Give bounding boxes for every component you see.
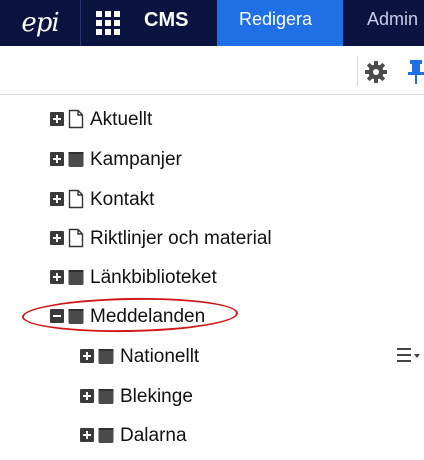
tree-item[interactable]: Riktlinjer och material [50, 225, 272, 251]
expand-icon[interactable] [50, 192, 64, 206]
tree-item-label: Aktuellt [90, 108, 153, 130]
tree-item-label: Riktlinjer och material [90, 227, 272, 249]
tree-item-label: Blekinge [120, 385, 193, 407]
expand-icon[interactable] [80, 349, 94, 363]
tree-item[interactable]: Kontakt [50, 186, 154, 212]
folder-icon [98, 428, 114, 443]
folder-icon [68, 152, 84, 167]
tree-item-label: Kontakt [90, 188, 155, 210]
expand-icon[interactable] [50, 270, 64, 284]
tree-item[interactable]: Aktuellt [50, 106, 152, 132]
episerver-logo[interactable]: epi [0, 0, 81, 46]
logo-text: epi [21, 8, 59, 38]
tree-item[interactable]: Kampanjer [50, 146, 182, 172]
tab-admin[interactable]: Admin [343, 0, 424, 46]
expand-icon[interactable] [50, 112, 64, 126]
tree-item-label: Dalarna [120, 424, 187, 446]
tree-item-label: Nationellt [120, 345, 200, 367]
app-grid-icon[interactable] [96, 11, 120, 35]
gear-icon[interactable] [364, 60, 388, 84]
tab-redigera[interactable]: Redigera [217, 0, 343, 46]
context-menu-icon[interactable] [396, 346, 422, 364]
folder-icon [98, 389, 114, 404]
tree-toolbar [0, 46, 424, 95]
pin-icon[interactable] [406, 58, 424, 86]
highlight-annotation [21, 296, 239, 334]
tree-item[interactable]: Dalarna [80, 422, 187, 448]
page-icon [68, 189, 84, 209]
expand-icon[interactable] [80, 389, 94, 403]
page-icon [68, 228, 84, 248]
folder-icon [98, 349, 114, 364]
tree-item[interactable]: Blekinge [80, 383, 193, 409]
toolbar-divider [357, 56, 358, 86]
tree-item-label: Länkbiblioteket [90, 266, 217, 288]
tree-item[interactable]: Nationellt [80, 343, 199, 369]
expand-icon[interactable] [50, 152, 64, 166]
tree-item[interactable]: Länkbiblioteket [50, 264, 217, 290]
tree-item-label: Kampanjer [90, 148, 182, 170]
page-icon [68, 109, 84, 129]
top-navigation-bar: epi CMS Redigera Admin [0, 0, 424, 46]
folder-icon [68, 270, 84, 285]
expand-icon[interactable] [80, 428, 94, 442]
app-title: CMS [144, 9, 189, 31]
expand-icon[interactable] [50, 231, 64, 245]
